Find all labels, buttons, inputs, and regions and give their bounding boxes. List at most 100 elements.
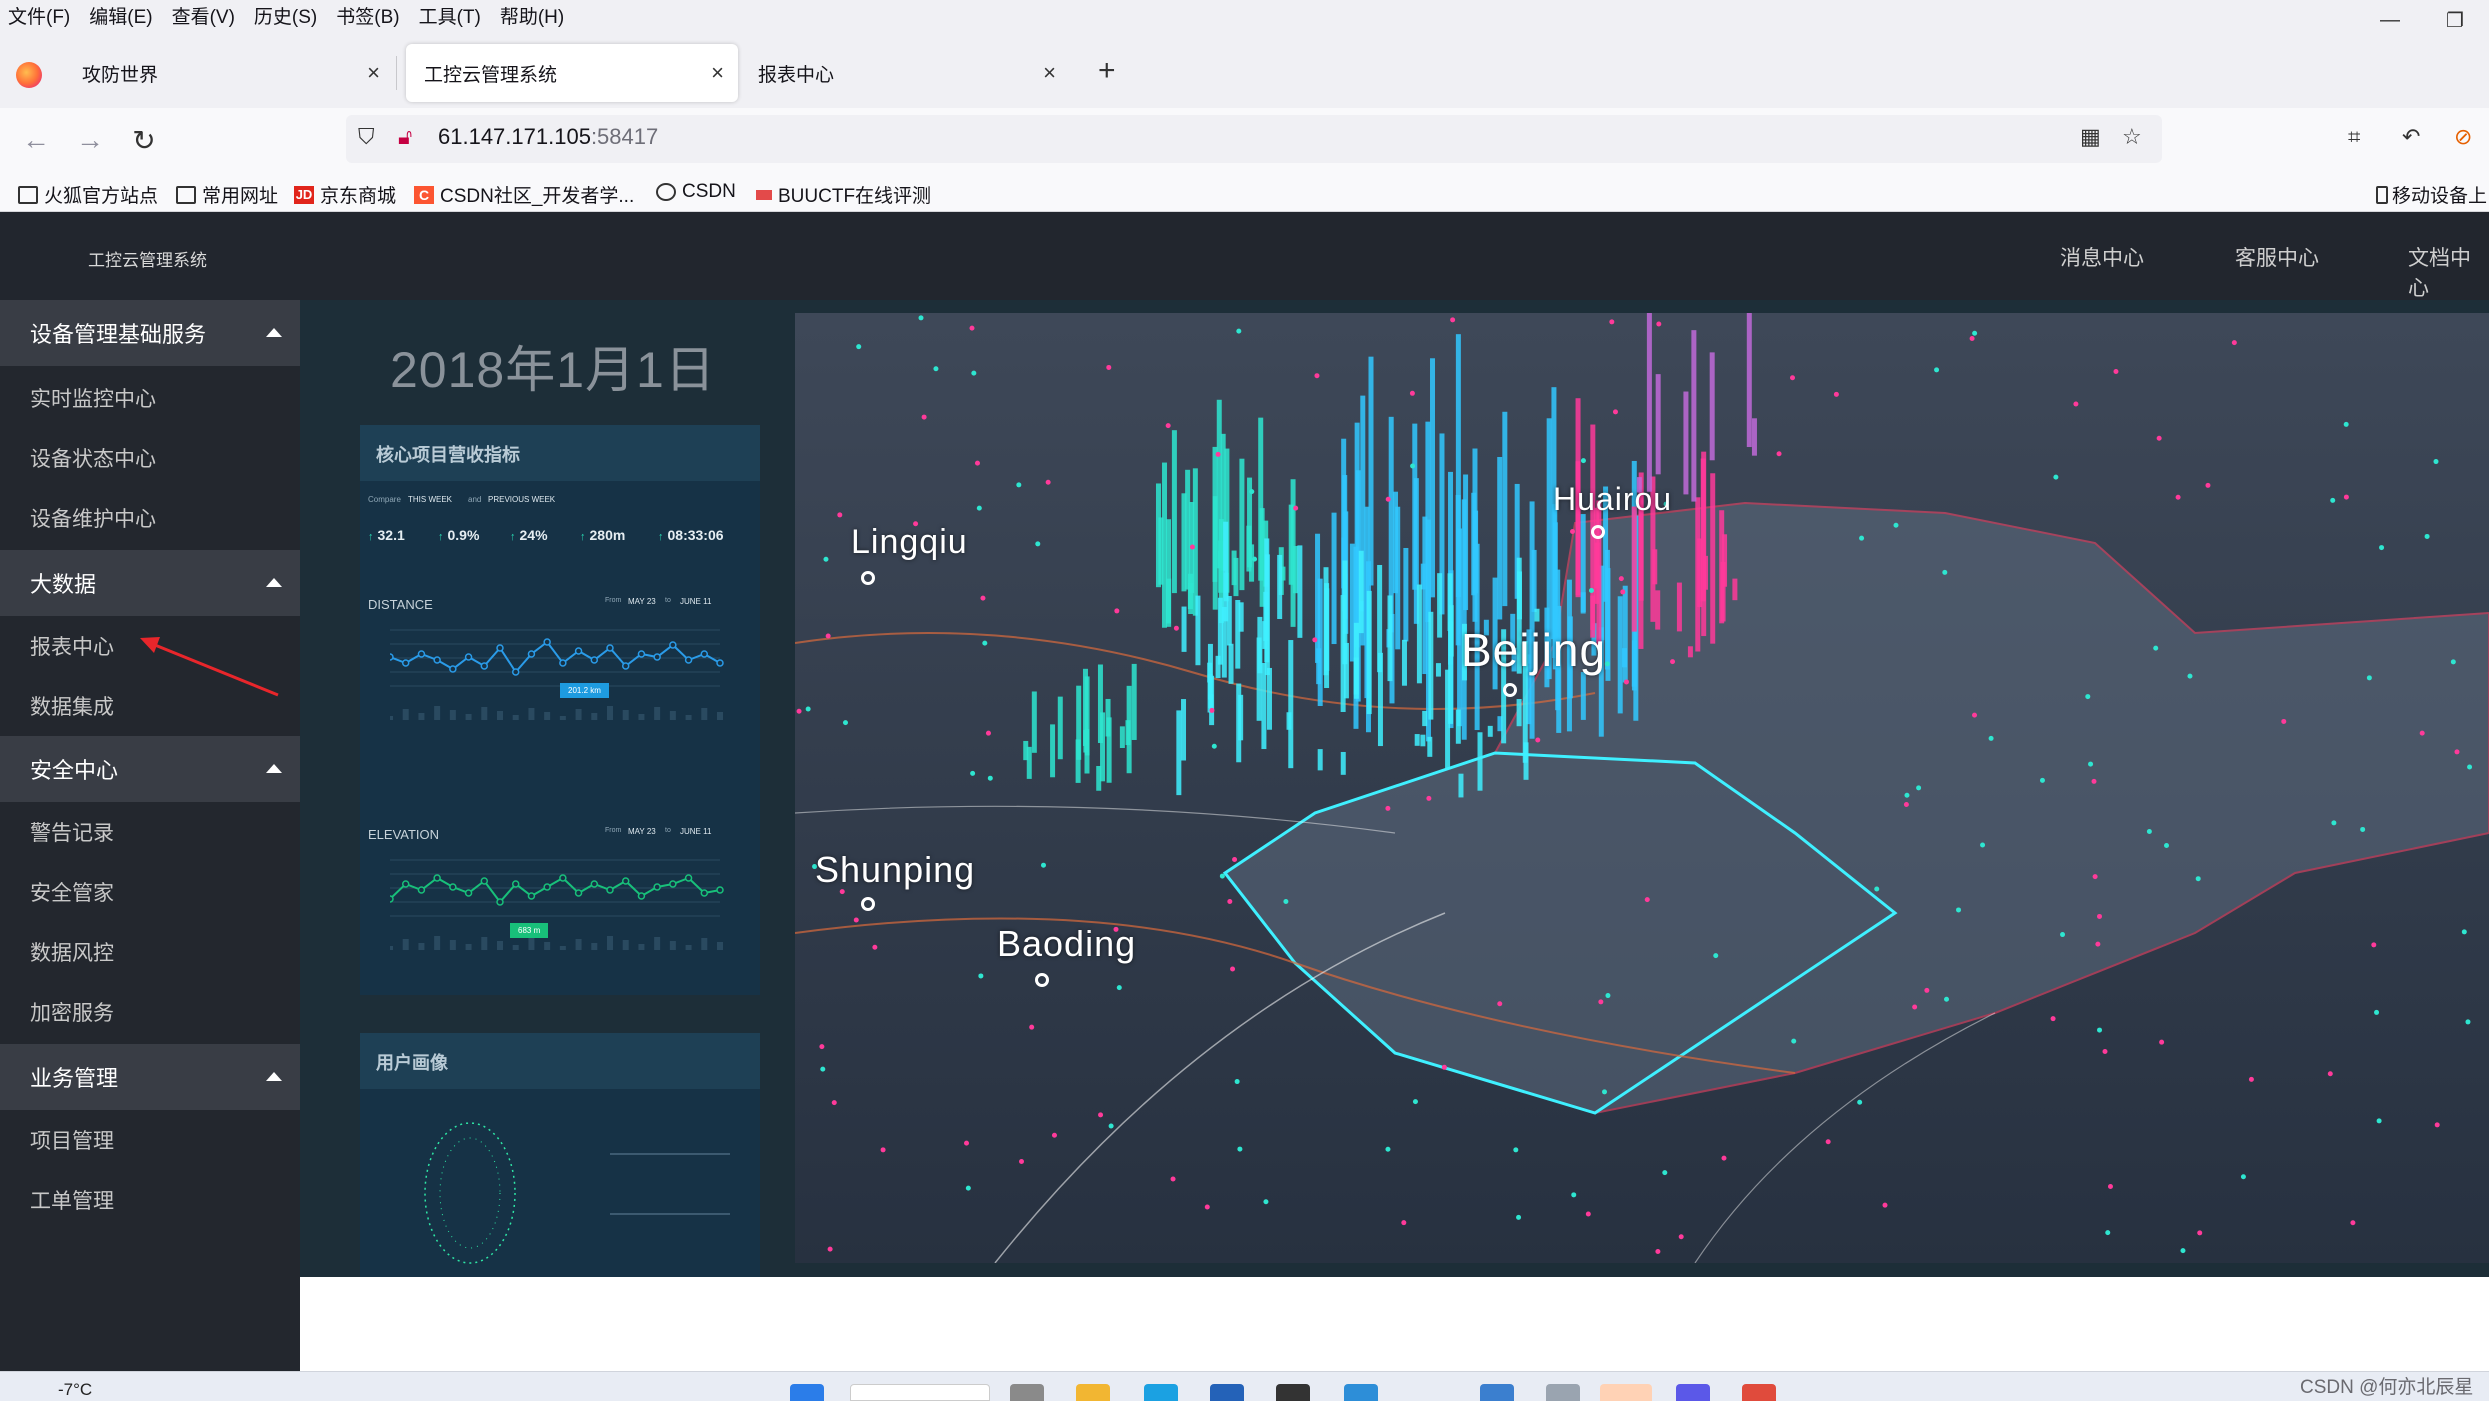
- extension-icon[interactable]: ⊘: [2454, 124, 2472, 150]
- this-week-label[interactable]: THIS WEEK: [408, 495, 452, 504]
- app-title[interactable]: 工控云管理系统: [88, 246, 207, 271]
- back-arrow-icon[interactable]: ←: [16, 120, 56, 160]
- data-point: [417, 886, 426, 894]
- qr-code-icon[interactable]: ▦: [2080, 124, 2101, 150]
- sidebar-item-project-mgmt[interactable]: 项目管理: [0, 1110, 300, 1170]
- map-dot: [971, 370, 977, 376]
- url-text[interactable]: 61.147.171.105:58417: [438, 124, 658, 150]
- minimize-button[interactable]: —: [2360, 0, 2420, 40]
- sidebar-item-device-maintenance[interactable]: 设备维护中心: [0, 488, 300, 548]
- tab-gongkongyun[interactable]: 工控云管理系统 ×: [406, 44, 738, 102]
- insecure-lock-icon[interactable]: 🔓︎: [398, 124, 412, 150]
- beijing-3d-map[interactable]: Lingqiu Huairou Beijing Shunping Baoding: [795, 313, 2489, 1263]
- firefox-taskbar-icon[interactable]: [1600, 1384, 1652, 1401]
- folder-icon: [18, 185, 38, 204]
- map-dot: [1385, 496, 1391, 502]
- app-icon[interactable]: [1676, 1384, 1710, 1401]
- bookmark-buuctf[interactable]: BUUCTF在线评测: [756, 181, 931, 208]
- arrow-up-icon: ↑: [580, 531, 586, 543]
- map-bar: [1617, 596, 1623, 714]
- file-explorer-icon[interactable]: [1076, 1384, 1110, 1401]
- sidebar-item-encryption[interactable]: 加密服务: [0, 982, 300, 1042]
- undo-arrow-icon[interactable]: ↶: [2402, 124, 2420, 150]
- taskview-icon[interactable]: [1010, 1384, 1044, 1401]
- map-bar: [1185, 469, 1191, 590]
- sidebar-group-business[interactable]: 业务管理: [0, 1044, 300, 1110]
- map-bar: [1683, 391, 1689, 495]
- tab-close-icon[interactable]: ×: [711, 60, 724, 86]
- search-box[interactable]: [850, 1384, 990, 1401]
- menu-tools[interactable]: 工具(T): [419, 2, 481, 29]
- sidebar-group-device-mgmt[interactable]: 设备管理基础服务: [0, 300, 300, 366]
- map-bar: [1655, 374, 1661, 475]
- reload-icon[interactable]: ↻: [124, 120, 164, 160]
- bookmark-firefox-site[interactable]: 火狐官方站点: [18, 181, 158, 208]
- sidebar-item-ticket-mgmt[interactable]: 工单管理: [0, 1170, 300, 1230]
- forward-arrow-icon[interactable]: →: [70, 120, 110, 160]
- edge-icon[interactable]: [1144, 1384, 1178, 1401]
- bookmark-csdn[interactable]: CSDN: [656, 181, 736, 203]
- sidebar-item-risk-control[interactable]: 数据风控: [0, 922, 300, 982]
- topnav-docs[interactable]: 文档中心: [2408, 242, 2489, 302]
- menu-bookmarks[interactable]: 书签(B): [336, 2, 399, 29]
- map-bar: [1435, 663, 1441, 677]
- previous-week-label[interactable]: PREVIOUS WEEK: [488, 495, 555, 504]
- tab-gongfang[interactable]: 攻防世界 ×: [64, 44, 394, 102]
- profile-text-block: [610, 1213, 730, 1243]
- restore-button[interactable]: ❐: [2425, 0, 2485, 40]
- screenshot-crop-icon[interactable]: ⌗: [2348, 124, 2360, 150]
- bookmark-mobile[interactable]: 移动设备上: [2376, 181, 2487, 208]
- sidebar-item-realtime-monitor[interactable]: 实时监控中心: [0, 368, 300, 428]
- new-tab-icon[interactable]: +: [1098, 54, 1116, 88]
- bookmark-common-sites[interactable]: 常用网址: [176, 181, 278, 208]
- date-from-label[interactable]: MAY 23: [628, 597, 656, 606]
- menu-history[interactable]: 历史(S): [254, 2, 317, 29]
- map-dot: [1410, 463, 1416, 469]
- menu-view[interactable]: 查看(V): [172, 2, 235, 29]
- map-dot: [1620, 589, 1626, 595]
- map-dot: [1605, 993, 1611, 999]
- chrome-icon[interactable]: [1742, 1384, 1776, 1401]
- menu-help[interactable]: 帮助(H): [500, 2, 564, 29]
- sidebar-group-security[interactable]: 安全中心: [0, 736, 300, 802]
- start-menu-icon[interactable]: [790, 1384, 824, 1401]
- date-to-label[interactable]: JUNE 11: [680, 827, 711, 836]
- data-point: [700, 650, 709, 658]
- topnav-messages[interactable]: 消息中心: [2060, 242, 2144, 272]
- map-bar: [1403, 547, 1409, 642]
- map-dot: [1173, 625, 1179, 631]
- menu-edit[interactable]: 编辑(E): [89, 2, 152, 29]
- map-dot: [1098, 1112, 1104, 1118]
- tab-close-icon[interactable]: ×: [367, 60, 380, 86]
- sidebar-item-device-status[interactable]: 设备状态中心: [0, 428, 300, 488]
- bar-mark: [449, 940, 456, 950]
- app-icon[interactable]: [1480, 1384, 1514, 1401]
- elevation-chart: [390, 859, 724, 950]
- data-point: [669, 641, 677, 649]
- sidebar-item-alert-log[interactable]: 警告记录: [0, 802, 300, 862]
- sidebar-item-security-manager[interactable]: 安全管家: [0, 862, 300, 922]
- menu-file[interactable]: 文件(F): [8, 2, 70, 29]
- map-dot: [1859, 535, 1865, 541]
- bookmark-star-icon[interactable]: ☆: [2122, 124, 2142, 150]
- shield-icon[interactable]: ⛉: [358, 124, 375, 150]
- date-from-label[interactable]: MAY 23: [628, 827, 656, 836]
- bookmark-csdn-community[interactable]: C CSDN社区_开发者学...: [414, 181, 634, 208]
- map-dot: [2095, 941, 2101, 947]
- bar-mark: [701, 938, 708, 950]
- tab-close-icon[interactable]: ×: [1043, 60, 1056, 86]
- tab-baobiao[interactable]: 报表中心 ×: [740, 44, 1070, 102]
- app-icon[interactable]: [1546, 1384, 1580, 1401]
- stat-number: 08:33:06: [667, 527, 724, 543]
- map-dot: [2159, 1039, 2165, 1045]
- bookmark-label: 京东商城: [320, 186, 397, 207]
- sidebar-group-bigdata[interactable]: 大数据: [0, 550, 300, 616]
- topnav-support[interactable]: 客服中心: [2235, 242, 2319, 272]
- bookmark-jd[interactable]: JD 京东商城: [294, 181, 396, 208]
- vscode-icon[interactable]: [1344, 1384, 1378, 1401]
- store-icon[interactable]: [1210, 1384, 1244, 1401]
- date-to-label[interactable]: JUNE 11: [680, 597, 711, 606]
- weather-readout[interactable]: -7°C: [58, 1380, 92, 1400]
- app-icon[interactable]: [1276, 1384, 1310, 1401]
- map-dot: [1016, 482, 1022, 488]
